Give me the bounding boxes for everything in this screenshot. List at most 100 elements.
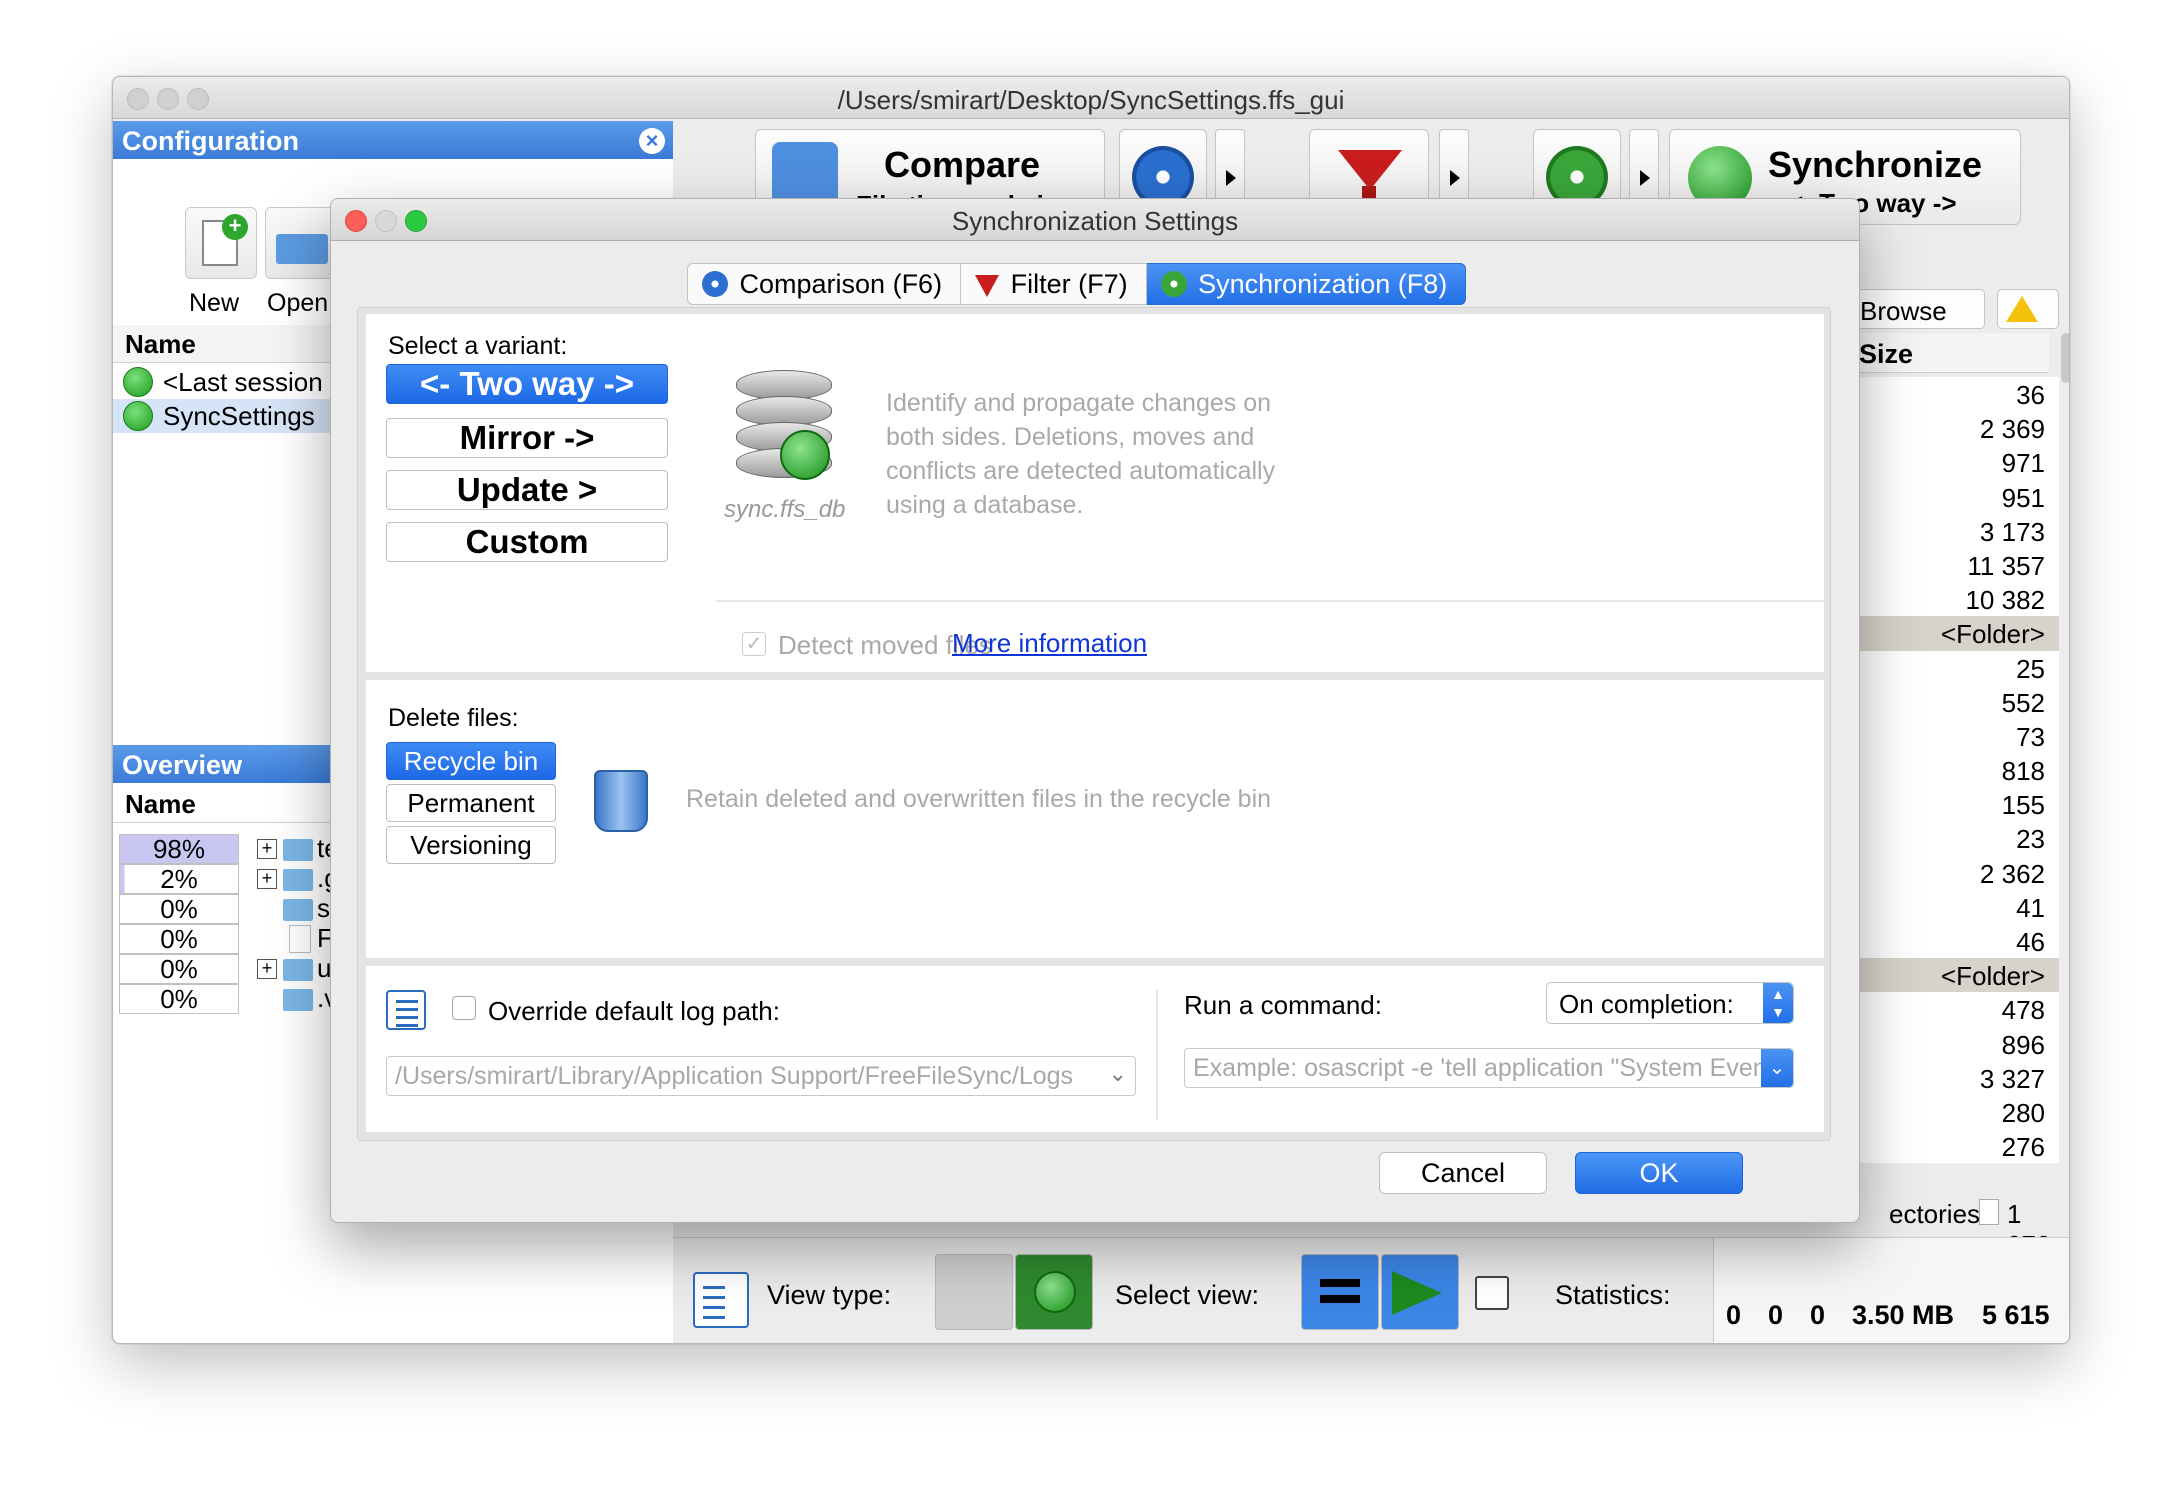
tab-synchronization[interactable]: Synchronization (F8) bbox=[1146, 263, 1467, 305]
percent-bar: 0% bbox=[119, 984, 239, 1014]
variant-description-line: both sides. Deletions, moves and bbox=[886, 423, 1255, 451]
size-cell[interactable]: 23 bbox=[1849, 821, 2059, 856]
close-icon[interactable]: × bbox=[639, 128, 665, 154]
view-type-compare-button[interactable] bbox=[935, 1254, 1013, 1330]
expand-icon[interactable]: + bbox=[257, 869, 277, 889]
size-cell[interactable]: 25 bbox=[1849, 650, 2059, 685]
dialog-title: Synchronization Settings bbox=[951, 206, 1239, 236]
new-label: New bbox=[189, 289, 240, 317]
variant-description-line: using a database. bbox=[886, 491, 1084, 519]
folder-icon bbox=[283, 989, 313, 1011]
on-completion-select[interactable]: On completion: ▲ ▼ bbox=[1546, 982, 1794, 1024]
folder-icon bbox=[283, 839, 313, 861]
open-folder-icon bbox=[276, 234, 328, 264]
tab-label: Comparison (F6) bbox=[739, 269, 943, 299]
sync-icon bbox=[123, 367, 153, 397]
command-field[interactable]: Example: osascript -e 'tell application … bbox=[1184, 1048, 1794, 1088]
vertical-scrollbar[interactable] bbox=[2061, 333, 2069, 383]
size-cell[interactable]: 155 bbox=[1849, 787, 2059, 822]
variant-update-button[interactable]: Update > bbox=[386, 470, 668, 510]
percent-bar: 0% bbox=[119, 924, 239, 954]
config-item-label: SyncSettings bbox=[163, 401, 315, 431]
size-cell[interactable]: 41 bbox=[1849, 889, 2059, 924]
log-path-value: /Users/smirart/Library/Application Suppo… bbox=[395, 1062, 1074, 1090]
size-column-header[interactable]: Size bbox=[1849, 333, 2049, 373]
log-command-section: Override default log path: /Users/smirar… bbox=[366, 966, 1824, 1132]
main-titlebar: /Users/smirart/Desktop/SyncSettings.ffs_… bbox=[113, 77, 2069, 119]
settings-tabs: Comparison (F6) Filter (F7) Synchronizat… bbox=[687, 263, 1467, 305]
log-path-field[interactable]: /Users/smirart/Library/Application Suppo… bbox=[386, 1056, 1136, 1096]
ok-button[interactable]: OK bbox=[1575, 1152, 1743, 1194]
arrow-plus-icon bbox=[1392, 1271, 1442, 1315]
tab-filter[interactable]: Filter (F7) bbox=[961, 263, 1147, 305]
delete-recycle-bin-button[interactable]: Recycle bin bbox=[386, 742, 556, 780]
sync-icon bbox=[123, 401, 153, 431]
size-cell[interactable]: 276 bbox=[1849, 1129, 2059, 1164]
size-cell[interactable]: 951 bbox=[1849, 479, 2059, 514]
new-config-button[interactable]: + bbox=[185, 207, 257, 279]
variant-section: Select a variant: <- Two way -> Mirror -… bbox=[366, 314, 1824, 672]
size-cell[interactable]: 971 bbox=[1849, 445, 2059, 480]
size-cell[interactable]: 73 bbox=[1849, 718, 2059, 754]
size-cell[interactable]: 478 bbox=[1849, 992, 2059, 1027]
size-cell[interactable]: 3 173 bbox=[1849, 513, 2059, 548]
percent-bar: 0% bbox=[119, 894, 239, 924]
percent-bar: 2% bbox=[119, 864, 239, 894]
configuration-header: Configuration × bbox=[113, 121, 673, 159]
size-cell-folder[interactable]: <Folder> bbox=[1849, 958, 2059, 993]
expand-icon[interactable]: + bbox=[257, 839, 277, 859]
delete-versioning-button[interactable]: Versioning bbox=[386, 826, 556, 864]
size-cell[interactable]: 2 369 bbox=[1849, 411, 2059, 446]
chevron-down-icon[interactable]: ⌄ bbox=[1109, 1061, 1127, 1087]
folder-icon bbox=[283, 959, 313, 981]
file-icon bbox=[1979, 1199, 1999, 1225]
size-cell[interactable]: 46 bbox=[1849, 924, 2059, 959]
variant-mirror-button[interactable]: Mirror -> bbox=[386, 418, 668, 458]
sync-icon bbox=[780, 430, 830, 480]
more-information-link[interactable]: More information bbox=[952, 628, 1147, 659]
folder-icon bbox=[283, 869, 313, 891]
gear-icon bbox=[702, 271, 728, 297]
folder-icon bbox=[283, 899, 313, 921]
synchronization-settings-dialog: Synchronization Settings Comparison (F6)… bbox=[330, 198, 1860, 1223]
variant-two-way-button[interactable]: <- Two way -> bbox=[386, 364, 668, 404]
show-equal-button[interactable] bbox=[1301, 1254, 1379, 1330]
size-cell[interactable]: 552 bbox=[1849, 684, 2059, 719]
gear-icon bbox=[1160, 271, 1187, 297]
size-cell[interactable]: 10 382 bbox=[1849, 582, 2059, 617]
config-item-label: <Last session bbox=[163, 367, 323, 397]
save-view-icon[interactable] bbox=[1475, 1276, 1509, 1310]
size-cell[interactable]: 280 bbox=[1849, 1094, 2059, 1130]
size-cell[interactable]: 11 357 bbox=[1849, 547, 2059, 583]
size-column: 36 2 369 971 951 3 173 11 357 10 382 <Fo… bbox=[1849, 377, 2059, 1164]
sync-settings-panel: Select a variant: <- Two way -> Mirror -… bbox=[357, 307, 1831, 1141]
google-drive-button[interactable] bbox=[1997, 289, 2059, 329]
overview-title: Overview bbox=[122, 750, 243, 780]
bottom-bar: View type: Select view: Statistics: 0 0 … bbox=[673, 1237, 2069, 1343]
show-create-button[interactable] bbox=[1381, 1254, 1459, 1330]
override-log-checkbox[interactable] bbox=[452, 996, 476, 1020]
delete-permanent-button[interactable]: Permanent bbox=[386, 784, 556, 822]
variant-custom-button[interactable]: Custom bbox=[386, 522, 668, 562]
detect-moved-checkbox[interactable]: ✓ bbox=[742, 632, 766, 656]
stepper-icon[interactable]: ▲ ▼ bbox=[1763, 983, 1793, 1023]
chevron-down-icon[interactable]: ⌄ bbox=[1761, 1049, 1793, 1087]
open-config-button[interactable] bbox=[265, 207, 337, 279]
delete-files-section: Delete files: Recycle bin Permanent Vers… bbox=[366, 680, 1824, 958]
select-view-label: Select view: bbox=[1115, 1280, 1260, 1310]
sync-icon bbox=[1034, 1271, 1076, 1313]
view-type-sync-button[interactable] bbox=[1015, 1254, 1093, 1330]
size-cell[interactable]: 3 327 bbox=[1849, 1060, 2059, 1095]
cancel-button[interactable]: Cancel bbox=[1379, 1152, 1547, 1194]
stat-data-size: 3.50 MB bbox=[1852, 1300, 1955, 1330]
tab-comparison[interactable]: Comparison (F6) bbox=[687, 263, 962, 305]
size-cell[interactable]: 2 362 bbox=[1849, 855, 2059, 890]
browse-button[interactable]: Browse bbox=[1849, 289, 1985, 329]
size-cell[interactable]: 896 bbox=[1849, 1026, 2059, 1061]
recycle-bin-icon bbox=[594, 770, 648, 832]
size-cell[interactable]: 818 bbox=[1849, 753, 2059, 788]
log-icon[interactable] bbox=[693, 1272, 749, 1328]
expand-icon[interactable]: + bbox=[257, 959, 277, 979]
size-cell[interactable]: 36 bbox=[1849, 377, 2059, 412]
size-cell-folder[interactable]: <Folder> bbox=[1849, 616, 2059, 651]
